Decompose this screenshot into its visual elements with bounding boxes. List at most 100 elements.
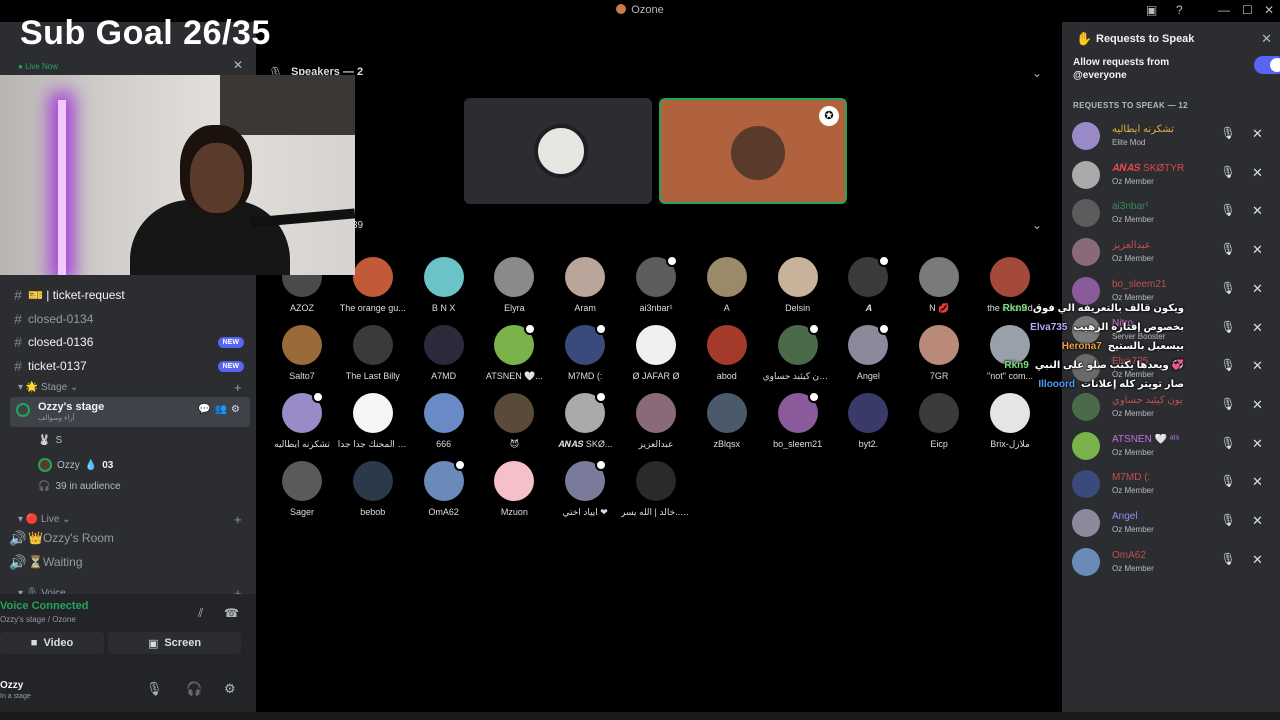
audience-member[interactable]: Delsin — [763, 257, 833, 313]
hash-icon: # — [14, 311, 22, 327]
invite-to-speak-icon[interactable]: 🎙 — [1218, 203, 1238, 223]
invite-to-speak-icon[interactable]: 🎙 — [1218, 320, 1238, 340]
close-icon[interactable]: ✕ — [1261, 31, 1272, 47]
maximize-icon[interactable]: ☐ — [1242, 3, 1253, 17]
close-icon[interactable]: ✕ — [233, 58, 243, 72]
screen-share-button[interactable]: ▣ Screen — [108, 632, 241, 654]
audience-member[interactable]: B N X — [409, 257, 479, 313]
stage-actions[interactable]: 💬👥⚙ — [198, 404, 244, 415]
invite-to-speak-icon[interactable]: 🎙 — [1218, 397, 1238, 417]
invite-to-speak-icon[interactable]: 🎙 — [1218, 165, 1238, 185]
invite-to-speak-icon[interactable]: 🎙 — [1218, 242, 1238, 262]
audience-member[interactable]: "not" com... — [975, 325, 1045, 381]
audience-member[interactable]: bebob — [338, 461, 408, 517]
audience-member[interactable]: Angel — [833, 323, 903, 381]
avatar — [848, 323, 891, 365]
stage-channel[interactable]: Ozzy's stage أراء وسوالف 💬👥⚙ — [10, 397, 250, 427]
audience-member[interactable]: 666 — [409, 393, 479, 449]
add-channel-icon[interactable]: + — [234, 380, 242, 395]
dismiss-request-icon[interactable]: ✕ — [1252, 242, 1263, 258]
audience-member[interactable]: تشكرنه ايطاليه — [267, 391, 337, 450]
audience-member[interactable]: Mzuon — [479, 461, 549, 517]
invite-to-speak-icon[interactable]: 🎙 — [1218, 358, 1238, 378]
text-channel[interactable]: # 🎫 | ticket-request — [8, 285, 248, 305]
stage-speaker[interactable]: Ozzy 💧 03 — [38, 458, 113, 472]
audience-member[interactable]: byt2. — [833, 393, 903, 449]
audience-member[interactable]: ai3nbar¹ — [621, 255, 691, 313]
audience-member[interactable]: The Last Billy — [338, 325, 408, 381]
dismiss-request-icon[interactable]: ✕ — [1252, 203, 1263, 219]
headphones-icon[interactable]: 🎧 — [186, 681, 202, 697]
audience-member[interactable]: 𝑨𝑵𝑨𝑺 SKØ... — [550, 391, 620, 450]
inbox-icon[interactable]: ▣ — [1146, 3, 1157, 17]
audience-member[interactable]: M7MD (: — [550, 323, 620, 381]
invite-to-speak-icon[interactable]: 🎙 — [1218, 552, 1238, 572]
audience-member[interactable]: Sager — [267, 461, 337, 517]
invite-to-speak-icon[interactable]: 🎙 — [1218, 513, 1238, 533]
dismiss-request-icon[interactable]: ✕ — [1252, 126, 1263, 142]
voice-channel-waiting[interactable]: 🔊 ⏳ Waiting — [8, 552, 248, 572]
mic-icon[interactable]: 🎙 — [146, 681, 163, 697]
voice-status[interactable]: Voice Connected — [0, 600, 88, 612]
voice-channel-ozzys-room[interactable]: 🔊 👑 Ozzy's Room — [8, 528, 248, 548]
audience-member[interactable]: A7MD — [409, 325, 479, 381]
help-icon[interactable]: ? — [1176, 3, 1183, 17]
audience-count[interactable]: 🎧 39 in audience — [38, 481, 121, 492]
audience-member[interactable]: ايياد اختي ❤ — [550, 459, 620, 518]
audience-member[interactable]: Salto7 — [267, 325, 337, 381]
invite-to-speak-icon[interactable]: 🎙 — [1218, 281, 1238, 301]
allow-requests-toggle[interactable] — [1254, 56, 1280, 74]
invite-to-speak-icon[interactable]: 🎙 — [1218, 474, 1238, 494]
invite-to-speak-icon[interactable]: 🎙 — [1218, 126, 1238, 146]
speaker-tile[interactable] — [464, 98, 652, 204]
category-stage[interactable]: ▾ 🌟 Stage ⌄ + — [18, 380, 242, 395]
category-live[interactable]: ▾ 🔴 Live ⌄ + — [18, 512, 242, 527]
avatar — [565, 323, 608, 365]
audience-member[interactable]: N 💋 — [904, 257, 974, 314]
text-channel[interactable]: # ticket-0137 NEW — [8, 356, 248, 376]
settings-gear-icon[interactable]: ⚙ — [224, 681, 236, 697]
audience-member[interactable]: abod — [692, 325, 762, 381]
invite-to-speak-icon[interactable]: 🎙 — [1218, 436, 1238, 456]
dismiss-request-icon[interactable]: ✕ — [1252, 552, 1263, 568]
disconnect-icon[interactable]: ☎ — [224, 606, 239, 620]
audience-member[interactable]: Brix-ملازل — [975, 393, 1045, 450]
audience-member[interactable]: bo_sleem21 — [763, 391, 833, 449]
audience-member[interactable]: يون كيئبد حساوي... — [763, 323, 833, 382]
dismiss-request-icon[interactable]: ✕ — [1252, 281, 1263, 297]
audience-member[interactable]: zBlqsx — [692, 393, 762, 449]
audience-member[interactable]: OmA62 — [409, 459, 479, 517]
audience-member[interactable]: عبدالعزيز — [621, 393, 691, 450]
audience-member[interactable]: ATSNEN 🤍... — [479, 323, 549, 382]
text-channel[interactable]: # closed-0134 — [8, 309, 248, 329]
audience-member[interactable]: خالد | الله يسر... ❤ — [621, 461, 691, 518]
dismiss-request-icon[interactable]: ✕ — [1252, 320, 1263, 336]
audience-member[interactable]: Aram — [550, 257, 620, 313]
audience-member[interactable]: 𝑨 — [833, 255, 903, 314]
dismiss-request-icon[interactable]: ✕ — [1252, 397, 1263, 413]
audience-member[interactable]: A — [692, 257, 762, 313]
dismiss-request-icon[interactable]: ✕ — [1252, 513, 1263, 529]
speaker-tile[interactable]: ✪ — [659, 98, 847, 204]
audience-member[interactable]: يون المحنك جدا جدا... — [338, 393, 408, 450]
voice-location[interactable]: Ozzy's stage / Ozone — [0, 615, 76, 624]
close-window-icon[interactable]: ✕ — [1264, 3, 1274, 17]
audience-member[interactable]: Eicp — [904, 393, 974, 449]
chevron-down-icon[interactable]: ⌄ — [1032, 66, 1042, 80]
avatar — [636, 393, 676, 433]
audience-member[interactable]: 7GR — [904, 325, 974, 381]
text-channel[interactable]: # closed-0136 NEW — [8, 332, 248, 352]
stage-speaker[interactable]: 🐰 S — [38, 435, 62, 446]
audience-member[interactable]: Ø JAFAR Ø — [621, 325, 691, 381]
audience-member[interactable]: Elyra — [479, 257, 549, 313]
audience-member[interactable]: 😈 — [479, 393, 549, 450]
minimize-icon[interactable]: — — [1218, 3, 1230, 17]
dismiss-request-icon[interactable]: ✕ — [1252, 436, 1263, 452]
video-button[interactable]: ■ Video — [0, 632, 104, 654]
dismiss-request-icon[interactable]: ✕ — [1252, 358, 1263, 374]
add-channel-icon[interactable]: + — [234, 512, 242, 527]
dismiss-request-icon[interactable]: ✕ — [1252, 165, 1263, 181]
chevron-down-icon[interactable]: ⌄ — [1032, 218, 1042, 232]
dismiss-request-icon[interactable]: ✕ — [1252, 474, 1263, 490]
noise-suppression-icon[interactable]: ⫽ — [198, 606, 203, 621]
